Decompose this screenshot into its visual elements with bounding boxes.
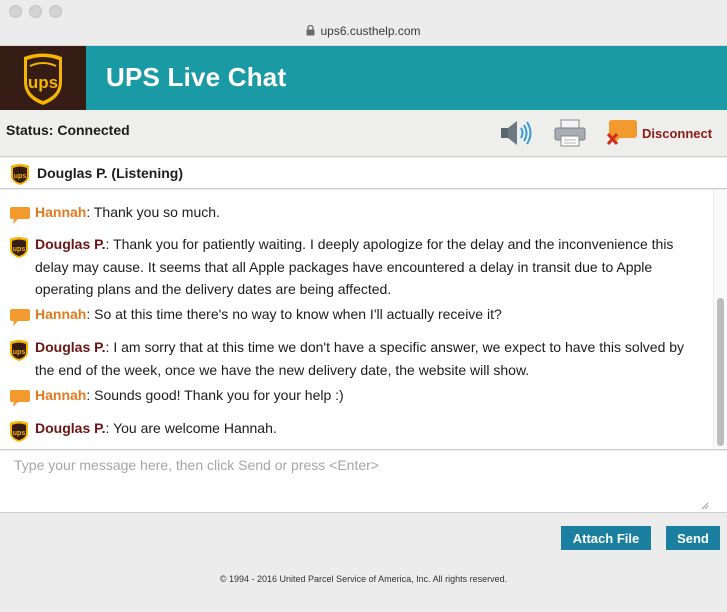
page-title: UPS Live Chat: [106, 62, 287, 92]
message-sender: Douglas P.: [35, 236, 106, 252]
resize-grip-icon[interactable]: [700, 501, 709, 510]
close-window-button[interactable]: [9, 5, 22, 18]
send-button[interactable]: Send: [666, 526, 720, 550]
disconnect-label: Disconnect: [642, 125, 713, 141]
chat-bubble-icon: [10, 309, 30, 326]
agent-status-row: ups Douglas P. (Listening): [0, 158, 727, 189]
chat-message: Hannah: So at this time there's no way t…: [0, 303, 700, 326]
message-sender: Douglas P.: [35, 339, 106, 355]
chat-message: ups Douglas P.: Thank you for patiently …: [0, 233, 700, 301]
chat-bubble-icon: [10, 390, 30, 407]
connection-status: Status: Connected: [6, 122, 130, 138]
agent-listening-label: Douglas P. (Listening): [37, 165, 183, 181]
message-sender: Hannah: [35, 204, 87, 220]
ups-shield-icon: ups: [10, 421, 28, 442]
copyright-footer: © 1994 - 2016 United Parcel Service of A…: [219, 574, 508, 584]
message-input[interactable]: [0, 451, 727, 512]
message-text: : Thank you so much.: [86, 204, 220, 220]
zoom-window-button[interactable]: [49, 5, 62, 18]
svg-text:ups: ups: [13, 349, 26, 356]
ups-logo: ups: [0, 46, 86, 110]
printer-icon: [554, 119, 586, 147]
chat-message: ups Douglas P.: You are welcome Hannah.: [0, 417, 700, 442]
chat-bubble-x-icon: [606, 120, 637, 146]
sound-toggle-button[interactable]: [497, 118, 535, 148]
print-button[interactable]: [552, 118, 588, 148]
lock-icon: [306, 25, 315, 36]
attach-file-button[interactable]: Attach File: [561, 526, 651, 550]
message-sender: Hannah: [35, 306, 87, 322]
message-sender: Hannah: [35, 387, 87, 403]
message-text: : So at this time there's no way to know…: [86, 306, 502, 322]
chat-message: Hannah: Thank you so much.: [0, 201, 700, 224]
ups-shield-icon: ups: [10, 340, 28, 361]
url-text: ups6.custhelp.com: [320, 24, 421, 38]
message-input-area: [0, 451, 727, 513]
disconnect-button[interactable]: Disconnect: [606, 118, 712, 148]
ups-shield-logo: ups: [24, 53, 62, 105]
transcript-scrollbar[interactable]: [713, 190, 727, 449]
window-titlebar: ups6.custhelp.com: [0, 0, 727, 46]
svg-text:ups: ups: [14, 173, 27, 180]
chat-header: ups UPS Live Chat: [0, 46, 727, 110]
message-sender: Douglas P.: [35, 420, 106, 436]
svg-text:ups: ups: [13, 246, 26, 253]
minimize-window-button[interactable]: [29, 5, 42, 18]
speaker-icon: [501, 121, 532, 145]
chat-message: Hannah: Sounds good! Thank you for your …: [0, 384, 700, 407]
status-bar: Status: Connected Disconnect: [0, 110, 727, 157]
scrollbar-thumb[interactable]: [717, 298, 724, 446]
svg-text:ups: ups: [13, 430, 26, 437]
chat-transcript[interactable]: Hannah: Thank you so much. ups Douglas P…: [0, 190, 727, 450]
message-text: : Sounds good! Thank you for your help :…: [86, 387, 344, 403]
ups-shield-icon: ups: [10, 237, 28, 258]
chat-bubble-icon: [10, 207, 30, 224]
ups-shield-icon: ups: [11, 164, 29, 185]
address-bar[interactable]: ups6.custhelp.com: [0, 24, 727, 38]
logo-text: ups: [28, 73, 58, 92]
message-text: : You are welcome Hannah.: [105, 420, 277, 436]
message-text: : Thank you for patiently waiting. I dee…: [35, 236, 674, 297]
chat-message: ups Douglas P.: I am sorry that at this …: [0, 336, 700, 381]
message-text: : I am sorry that at this time we don't …: [35, 339, 685, 378]
